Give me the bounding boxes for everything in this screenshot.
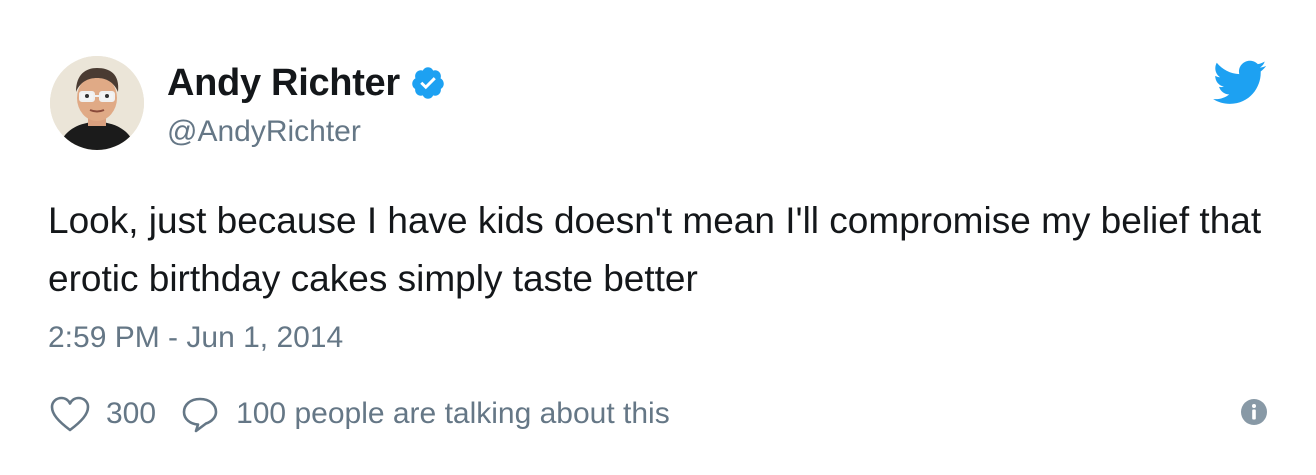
verified-badge-icon bbox=[410, 65, 446, 101]
embedded-tweet: Andy Richter @AndyRichter Look, just bec… bbox=[0, 0, 1316, 475]
avatar[interactable] bbox=[50, 56, 144, 150]
like-count[interactable]: 300 bbox=[106, 397, 156, 431]
tweet-text: Look, just because I have kids doesn't m… bbox=[48, 200, 1262, 299]
talking-about-link[interactable]: 100 people are talking about this bbox=[236, 397, 670, 431]
tweet-timestamp[interactable]: 2:59 PM - Jun 1, 2014 bbox=[48, 318, 343, 358]
twitter-bird-icon[interactable] bbox=[1213, 60, 1267, 106]
author-display-name[interactable]: Andy Richter bbox=[167, 60, 400, 106]
author-name-row[interactable]: Andy Richter bbox=[167, 60, 446, 106]
speech-bubble-icon[interactable] bbox=[178, 394, 222, 434]
avatar-icon bbox=[50, 56, 144, 150]
tweet-actions: 300 100 people are talking about this bbox=[48, 392, 670, 436]
heart-icon[interactable] bbox=[48, 394, 92, 434]
author-handle[interactable]: @AndyRichter bbox=[167, 114, 361, 150]
info-icon[interactable] bbox=[1240, 398, 1268, 426]
